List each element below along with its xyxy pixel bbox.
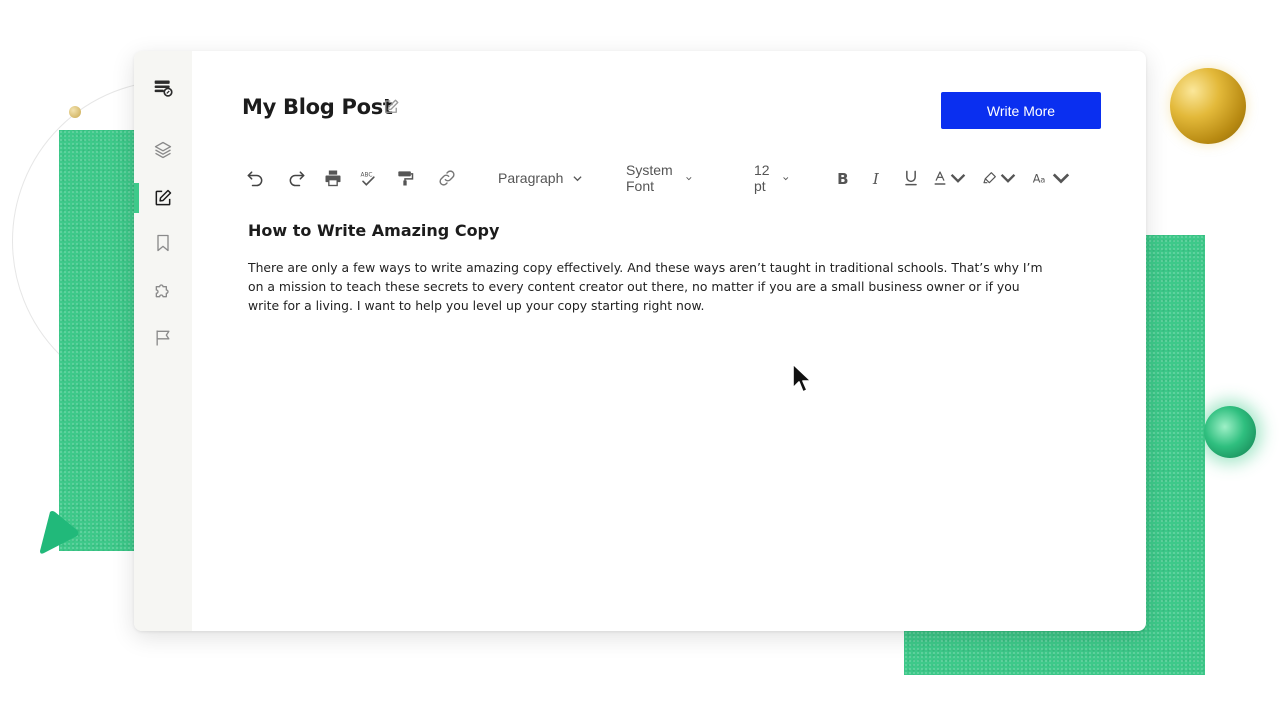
undo-button[interactable]: [242, 163, 268, 193]
font-size-dropdown[interactable]: 12 pt: [754, 162, 789, 194]
edit-icon: [155, 189, 172, 206]
svg-text:ABC: ABC: [361, 172, 373, 178]
text-case-icon: A a: [1033, 173, 1046, 186]
link-icon: [439, 170, 455, 186]
text-color-icon: [934, 171, 946, 185]
decorative-gold-sphere: [1170, 68, 1246, 144]
underline-button[interactable]: [898, 163, 924, 193]
highlight-dropdown[interactable]: [982, 163, 1016, 193]
paragraph-style-value: Paragraph: [498, 170, 564, 186]
chevron-down-icon: [950, 173, 966, 183]
font-size-value: 12 pt: [754, 162, 770, 194]
print-button[interactable]: [320, 163, 346, 193]
mouse-pointer-icon: [792, 363, 812, 393]
spellcheck-button[interactable]: ABC: [355, 163, 381, 193]
redo-button[interactable]: [284, 163, 310, 193]
italic-icon: I: [872, 170, 880, 188]
chevron-down-icon: [783, 176, 789, 180]
font-family-dropdown[interactable]: System Font: [626, 162, 692, 194]
bold-button[interactable]: B: [830, 163, 856, 193]
paragraph-style-dropdown[interactable]: Paragraph: [498, 163, 582, 193]
format-painter-button[interactable]: [392, 163, 418, 193]
document-body-text[interactable]: There are only a few ways to write amazi…: [248, 258, 1048, 315]
highlight-icon: [983, 172, 996, 184]
print-icon: [325, 170, 341, 187]
decorative-triangle: [40, 511, 79, 554]
chevron-down-icon: [1000, 173, 1016, 183]
underline-icon: [905, 170, 917, 186]
italic-button[interactable]: I: [864, 163, 890, 193]
bookmark-icon: [157, 234, 169, 252]
document-title: My Blog Post: [242, 95, 393, 119]
spellcheck-icon: ABC: [361, 172, 375, 186]
chevron-down-icon: [1052, 173, 1070, 184]
sidebar-item-editor[interactable]: [134, 181, 192, 215]
chevron-down-icon: [573, 175, 582, 181]
app-logo[interactable]: [134, 71, 192, 105]
document-heading[interactable]: How to Write Amazing Copy: [248, 221, 499, 240]
decorative-green-panel-left: [59, 130, 139, 551]
redo-icon: [289, 171, 305, 187]
text-color-dropdown[interactable]: [932, 163, 966, 193]
chevron-down-icon: [686, 176, 692, 180]
pencil-icon: [385, 99, 399, 113]
svg-text:I: I: [872, 170, 880, 188]
sidebar-item-flags[interactable]: [134, 321, 192, 355]
editor-window: My Blog Post Write More ABC Paragraph Sy…: [134, 51, 1146, 631]
decorative-green-orb: [1204, 406, 1256, 458]
layers-icon: [154, 141, 172, 159]
decorative-dot: [69, 106, 81, 118]
logo-icon: [154, 80, 173, 97]
sidebar-item-bookmarks[interactable]: [134, 226, 192, 260]
sidebar-item-layers[interactable]: [134, 133, 192, 167]
insert-link-button[interactable]: [434, 163, 460, 193]
undo-icon: [247, 171, 263, 187]
bold-icon: B: [837, 170, 848, 188]
svg-text:a: a: [1040, 175, 1045, 185]
font-family-value: System Font: [626, 162, 673, 194]
text-case-dropdown[interactable]: A a: [1032, 163, 1070, 193]
svg-text:B: B: [837, 170, 848, 188]
format-painter-icon: [398, 171, 414, 186]
write-more-button[interactable]: Write More: [941, 92, 1101, 129]
flag-icon: [156, 330, 170, 346]
puzzle-icon: [155, 284, 169, 298]
rename-title-icon[interactable]: [382, 98, 400, 116]
sidebar: [134, 51, 192, 631]
sidebar-item-plugins[interactable]: [134, 273, 192, 307]
